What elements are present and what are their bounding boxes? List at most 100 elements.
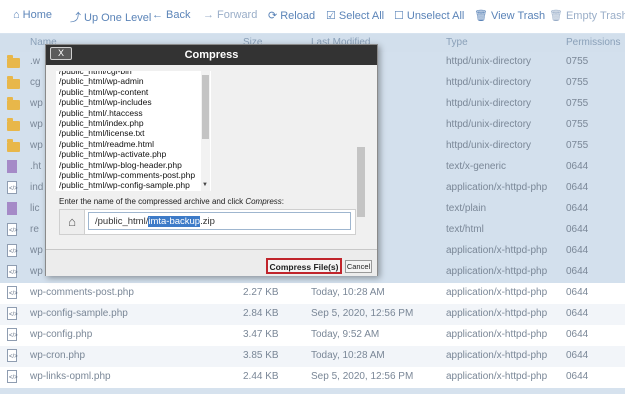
cell-perm: 0644 xyxy=(566,266,589,277)
scroll-down-arrow-icon[interactable]: ▼ xyxy=(202,182,208,188)
cell-name: wp-cron.php xyxy=(30,350,86,361)
unselect-all-button[interactable]: ☐ Unselect All xyxy=(394,9,464,22)
selected-file-item: /public_html/wp-content xyxy=(59,86,149,97)
cell-name: wp xyxy=(30,140,43,151)
cell-modified: Today, 10:28 AM xyxy=(311,350,385,361)
php-file-icon: </> xyxy=(7,244,18,257)
cell-perm: 0644 xyxy=(566,287,589,298)
archive-name-instruction: Enter the name of the compressed archive… xyxy=(59,197,284,206)
cell-size: 2.44 KB xyxy=(243,371,279,382)
php-file-icon: </> xyxy=(7,307,18,320)
up-one-level-button[interactable]: ⤴ Up One Level xyxy=(70,9,151,25)
path-suffix: .zip xyxy=(200,216,215,227)
table-row[interactable]: </> wp-cron.php 3.85 KB Today, 10:28 AM appl… xyxy=(0,346,625,367)
cell-type: application/x-httpd-php xyxy=(446,329,548,340)
compress-files-button[interactable]: Compress File(s) xyxy=(266,258,342,274)
cell-type: application/x-httpd-php xyxy=(446,287,548,298)
cell-name: wp xyxy=(30,98,43,109)
cell-type: httpd/unix-directory xyxy=(446,140,532,151)
table-row[interactable]: </> wp-comments-post.php 2.27 KB Today, 10:… xyxy=(0,283,625,304)
up-one-level-label: Up One Level xyxy=(84,12,152,24)
cell-name: .ht xyxy=(30,161,42,172)
cell-perm: 0755 xyxy=(566,56,589,67)
cell-type: text/x-generic xyxy=(446,161,507,172)
selected-file-item: /public_html/wp-config-sample.php xyxy=(59,180,190,191)
table-row[interactable]: </> wp-config-sample.php 2.84 KB Sep 5, 202… xyxy=(0,304,625,325)
checkbox-checked-icon: ☑ xyxy=(326,10,336,22)
trash-empty-icon: 🗑 xyxy=(549,10,563,22)
forward-button[interactable]: → Forward xyxy=(203,9,257,21)
empty-trash-label: Empty Trash xyxy=(565,10,625,22)
selected-file-item: /public_html/wp-comments-post.php xyxy=(59,170,196,181)
cell-type: application/x-httpd-php xyxy=(446,350,548,361)
dialog-footer: Compress File(s) Cancel xyxy=(46,249,377,276)
cell-perm: 0644 xyxy=(566,245,589,256)
cell-perm: 0644 xyxy=(566,182,589,193)
checkbox-empty-icon: ☐ xyxy=(394,10,404,22)
cancel-button[interactable]: Cancel xyxy=(345,260,372,273)
dialog-close-button[interactable]: X xyxy=(50,47,72,60)
path-selected-text: imta-backup xyxy=(148,216,201,227)
cell-size: 2.27 KB xyxy=(243,287,279,298)
forward-label: Forward xyxy=(217,9,258,21)
reload-label: Reload xyxy=(280,10,316,22)
back-button[interactable]: ← Back xyxy=(152,9,190,21)
reload-icon: ⟳ xyxy=(268,10,278,22)
folder-icon xyxy=(7,76,20,89)
dialog-scrollbar-thumb[interactable] xyxy=(357,147,365,217)
compress-dialog: Compress X /public_html/cgi-bin/public_h… xyxy=(45,44,378,276)
view-trash-label: View Trash xyxy=(490,10,546,22)
cell-type: application/x-httpd-php xyxy=(446,308,548,319)
home-button[interactable]: ⌂ Home xyxy=(13,9,52,21)
selected-files-list[interactable]: /public_html/cgi-bin/public_html/wp-admi… xyxy=(56,71,211,191)
file-list-scrollbar-thumb[interactable] xyxy=(202,75,209,139)
cell-perm: 0644 xyxy=(566,371,589,382)
archive-name-input[interactable]: /public_html/imta-backup.zip xyxy=(88,212,351,230)
cell-perm: 0644 xyxy=(566,308,589,319)
unselect-all-label: Unselect All xyxy=(406,10,465,22)
reload-button[interactable]: ⟳ Reload xyxy=(268,9,315,22)
home-label: Home xyxy=(22,9,52,21)
table-row[interactable]: </> wp-links-opml.php 2.44 KB Sep 5, 2020, … xyxy=(0,367,625,388)
php-file-icon: </> xyxy=(7,349,18,362)
cell-perm: 0755 xyxy=(566,119,589,130)
cell-type: httpd/unix-directory xyxy=(446,119,532,130)
text-file-icon xyxy=(7,202,17,215)
cell-name: wp xyxy=(30,119,43,130)
cell-name: wp-links-opml.php xyxy=(30,371,111,382)
arrow-left-icon: ← xyxy=(152,9,163,21)
archive-path-group: ⌂ /public_html/imta-backup.zip xyxy=(59,209,356,235)
selected-file-item: /public_html/.htaccess xyxy=(59,107,143,118)
dialog-scrollbar[interactable] xyxy=(357,67,365,239)
column-permissions[interactable]: Permissions xyxy=(566,37,620,48)
php-file-icon: </> xyxy=(7,328,18,341)
file-manager-toolbar: ⌂ Home ⤴ Up One Level ← Back → Forward ⟳ Relo… xyxy=(0,0,625,34)
file-list-scrollbar[interactable]: ▼ xyxy=(201,71,210,191)
php-file-icon: </> xyxy=(7,370,18,383)
instruction-emphasis: Compress xyxy=(245,197,282,206)
arrow-right-icon: → xyxy=(203,9,214,21)
view-trash-button[interactable]: 🗑 View Trash xyxy=(474,9,545,22)
cell-perm: 0755 xyxy=(566,140,589,151)
folder-icon xyxy=(7,97,20,110)
selected-file-item: /public_html/index.php xyxy=(59,118,144,129)
trash-icon: 🗑 xyxy=(474,10,488,22)
cell-name: .w xyxy=(30,56,40,67)
path-prefix: /public_html/ xyxy=(95,216,149,227)
empty-trash-button[interactable]: 🗑 Empty Trash xyxy=(549,9,625,22)
cell-perm: 0644 xyxy=(566,224,589,235)
cell-perm: 0644 xyxy=(566,350,589,361)
cell-perm: 0644 xyxy=(566,203,589,214)
cell-modified: Sep 5, 2020, 12:56 PM xyxy=(311,371,414,382)
home-icon: ⌂ xyxy=(60,210,85,234)
cell-name: wp-config-sample.php xyxy=(30,308,128,319)
cell-type: application/x-httpd-php xyxy=(446,266,548,277)
table-row[interactable]: </> wp-config.php 3.47 KB Today, 9:52 AM app… xyxy=(0,325,625,346)
folder-icon xyxy=(7,55,20,68)
cell-type: application/x-httpd-php xyxy=(446,371,548,382)
select-all-label: Select All xyxy=(338,10,385,22)
column-type[interactable]: Type xyxy=(446,37,468,48)
select-all-button[interactable]: ☑ Select All xyxy=(326,9,384,22)
dialog-title: Compress xyxy=(46,45,377,65)
cell-modified: Today, 10:28 AM xyxy=(311,287,385,298)
